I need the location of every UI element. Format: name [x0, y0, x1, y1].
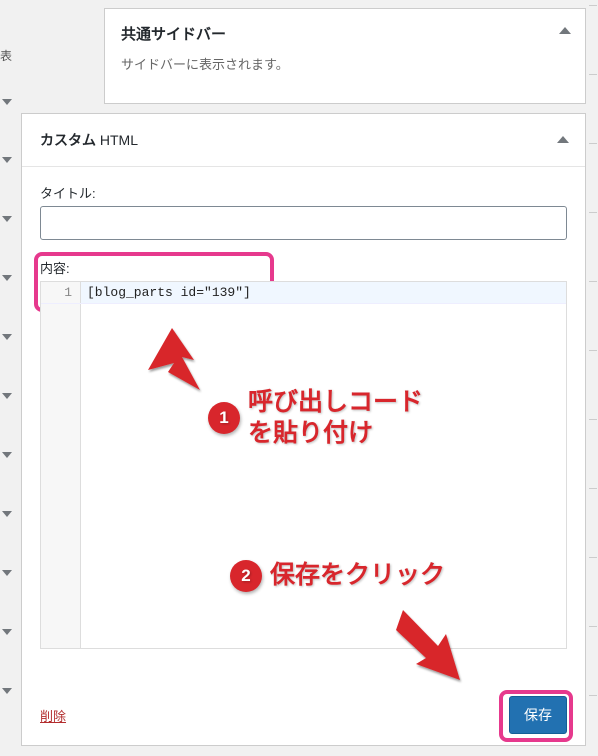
widget-title-thin: HTML	[100, 132, 138, 148]
chevron-down-icon[interactable]	[2, 452, 12, 458]
chevron-down-icon[interactable]	[2, 275, 12, 281]
chevron-down-icon[interactable]	[2, 216, 12, 222]
code-text[interactable]: [blog_parts id="139"]	[81, 285, 251, 300]
delete-link[interactable]: 削除	[40, 706, 66, 725]
widget-title: カスタム HTML	[40, 132, 138, 148]
annotation-step-1: 1 呼び出しコード を貼り付け	[208, 387, 423, 450]
content-field-label: 内容:	[40, 258, 567, 277]
panel-subtitle: サイドバーに表示されます。	[121, 54, 569, 73]
chevron-down-icon[interactable]	[2, 99, 12, 105]
chevron-down-icon[interactable]	[2, 511, 12, 517]
widget-body: タイトル: 内容: 1 [blog_parts id="139"] 削除 保存	[22, 167, 585, 748]
annotation-text: 呼び出しコード を貼り付け	[248, 387, 423, 450]
left-fragment-column: 表	[0, 0, 22, 756]
widget-footer: 削除 保存	[40, 696, 567, 734]
sidebar-widget-area-panel: 共通サイドバー サイドバーに表示されます。	[104, 8, 586, 104]
left-label-fragment: 表	[0, 47, 12, 64]
title-input[interactable]	[40, 206, 567, 240]
widget-title-bold: カスタム	[40, 132, 96, 148]
step-badge: 2	[230, 560, 262, 592]
chevron-up-icon[interactable]	[557, 136, 569, 143]
gutter	[41, 304, 81, 648]
title-field-label: タイトル:	[40, 183, 567, 202]
step-badge: 1	[208, 402, 240, 434]
annotation-text: 保存をクリック	[270, 560, 445, 591]
chevron-down-icon[interactable]	[2, 393, 12, 399]
chevron-down-icon[interactable]	[2, 334, 12, 340]
chevron-up-icon[interactable]	[559, 27, 571, 34]
html-code-editor[interactable]: 1 [blog_parts id="139"]	[40, 281, 567, 649]
panel-title: 共通サイドバー	[121, 23, 569, 44]
save-button[interactable]: 保存	[509, 696, 567, 734]
right-edge	[586, 0, 598, 756]
chevron-down-icon[interactable]	[2, 157, 12, 163]
chevron-down-icon[interactable]	[2, 629, 12, 635]
code-line[interactable]: 1 [blog_parts id="139"]	[41, 282, 566, 304]
line-number: 1	[41, 282, 81, 303]
chevron-down-icon[interactable]	[2, 688, 12, 694]
annotation-step-2: 2 保存をクリック	[230, 560, 445, 592]
chevron-down-icon[interactable]	[2, 570, 12, 576]
panel-header[interactable]: 共通サイドバー サイドバーに表示されます。	[105, 9, 585, 81]
widget-header[interactable]: カスタム HTML	[22, 114, 585, 167]
